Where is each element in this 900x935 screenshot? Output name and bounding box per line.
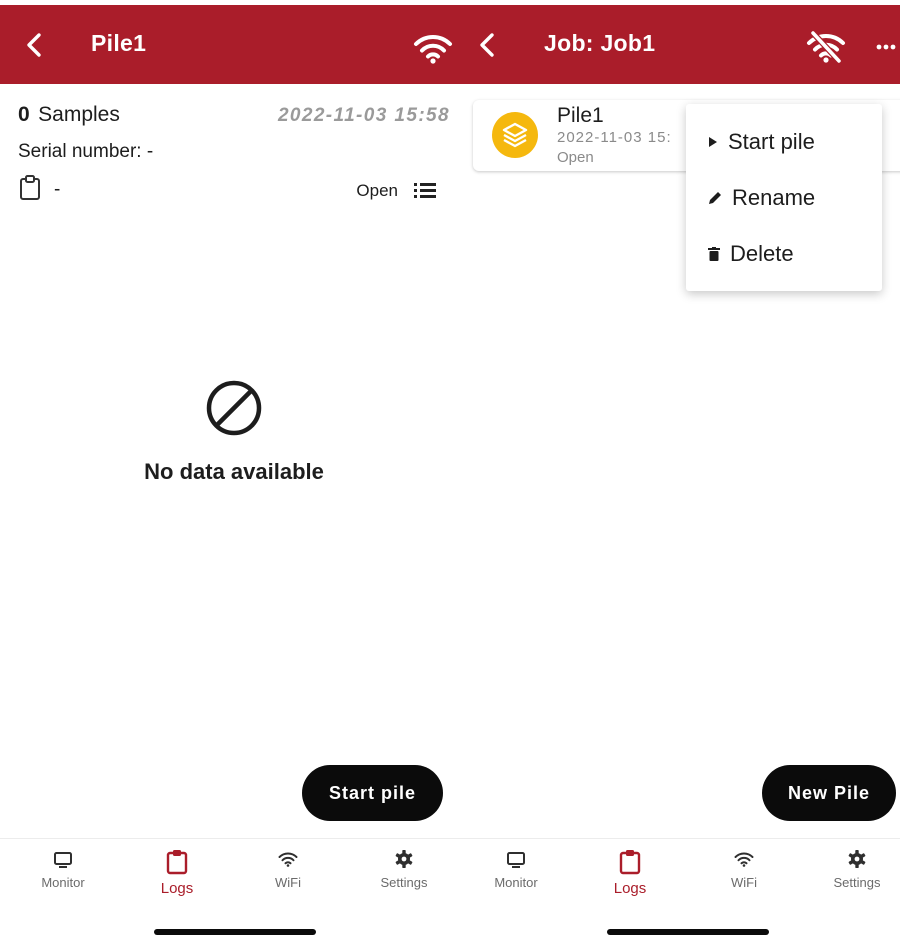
menu-item-delete[interactable]: Delete bbox=[686, 226, 882, 282]
page-title: Pile1 bbox=[91, 30, 147, 56]
tab-label: Settings bbox=[380, 875, 428, 890]
chevron-left-icon[interactable] bbox=[22, 31, 46, 59]
new-pile-button[interactable]: New Pile bbox=[762, 765, 896, 821]
pile-timestamp: 2022-11-03 15: bbox=[557, 129, 672, 146]
samples-row: 0 Samples 2022-11-03 15:58 bbox=[18, 103, 450, 131]
tab-monitor[interactable]: Monitor bbox=[8, 849, 118, 890]
pile-status: Open bbox=[356, 181, 398, 200]
gear-icon bbox=[848, 850, 866, 868]
tab-label: Monitor bbox=[494, 875, 538, 890]
gear-icon bbox=[395, 850, 413, 868]
status-row: - Open bbox=[18, 175, 450, 205]
context-menu: Start pile Rename Delete bbox=[686, 104, 882, 291]
sample-count: 0 bbox=[18, 103, 30, 126]
tab-label: Logs bbox=[160, 880, 194, 897]
app-header: Job: Job1 bbox=[460, 5, 900, 84]
wifi-off-icon[interactable] bbox=[806, 31, 846, 63]
wifi-icon bbox=[734, 852, 754, 867]
tab-wifi[interactable]: WiFi bbox=[233, 849, 343, 890]
no-data-icon bbox=[206, 380, 262, 436]
pencil-icon bbox=[709, 192, 721, 204]
clipboard-value: - bbox=[54, 179, 61, 200]
bottom-tab-bar: Monitor Logs WiFi Settings bbox=[0, 838, 460, 898]
pile-timestamp: 2022-11-03 15:58 bbox=[277, 105, 450, 126]
empty-message: No data available bbox=[144, 459, 324, 484]
menu-item-start-pile[interactable]: Start pile bbox=[686, 114, 882, 170]
samples-label: Samples bbox=[38, 103, 120, 126]
tab-settings[interactable]: Settings bbox=[802, 849, 900, 890]
home-indicator bbox=[154, 929, 316, 935]
tab-wifi[interactable]: WiFi bbox=[689, 849, 799, 890]
monitor-icon bbox=[507, 852, 525, 868]
clipboard-icon bbox=[166, 850, 188, 875]
app-header: Pile1 bbox=[0, 5, 460, 84]
tab-monitor[interactable]: Monitor bbox=[461, 849, 571, 890]
wifi-icon[interactable] bbox=[413, 32, 453, 64]
clipboard-icon bbox=[20, 175, 40, 200]
menu-item-label: Delete bbox=[730, 241, 794, 266]
serial-number: Serial number: - bbox=[18, 141, 154, 162]
page-title: Job: Job1 bbox=[544, 30, 656, 56]
tab-label: WiFi bbox=[731, 875, 757, 890]
wifi-icon bbox=[278, 852, 298, 867]
tab-label: Logs bbox=[613, 880, 647, 897]
tab-label: WiFi bbox=[275, 875, 301, 890]
pile-detail-screen: Pile1 0 Samples 2022-11-03 15:58 Serial … bbox=[0, 0, 460, 935]
tab-logs[interactable]: Logs bbox=[575, 849, 685, 897]
layers-icon bbox=[492, 112, 538, 158]
pile-status: Open bbox=[557, 149, 594, 166]
bottom-tab-bar: Monitor Logs WiFi Settings bbox=[460, 838, 900, 898]
monitor-icon bbox=[54, 852, 72, 868]
start-pile-button[interactable]: Start pile bbox=[302, 765, 443, 821]
menu-item-rename[interactable]: Rename bbox=[686, 170, 882, 226]
trash-icon bbox=[708, 247, 720, 261]
tab-logs[interactable]: Logs bbox=[122, 849, 232, 897]
home-indicator bbox=[607, 929, 769, 935]
pile-name: Pile1 bbox=[557, 104, 604, 127]
chevron-left-icon[interactable] bbox=[475, 31, 499, 59]
tab-settings[interactable]: Settings bbox=[349, 849, 459, 890]
job-detail-screen: Job: Job1 Pile1 2022-11-03 15: Open Star… bbox=[460, 0, 900, 935]
tab-label: Monitor bbox=[41, 875, 85, 890]
play-icon bbox=[709, 137, 717, 147]
list-icon[interactable] bbox=[414, 182, 436, 198]
more-icon[interactable] bbox=[876, 43, 896, 51]
clipboard-icon bbox=[619, 850, 641, 875]
tab-label: Settings bbox=[833, 875, 881, 890]
menu-item-label: Start pile bbox=[728, 129, 815, 154]
menu-item-label: Rename bbox=[732, 185, 816, 210]
